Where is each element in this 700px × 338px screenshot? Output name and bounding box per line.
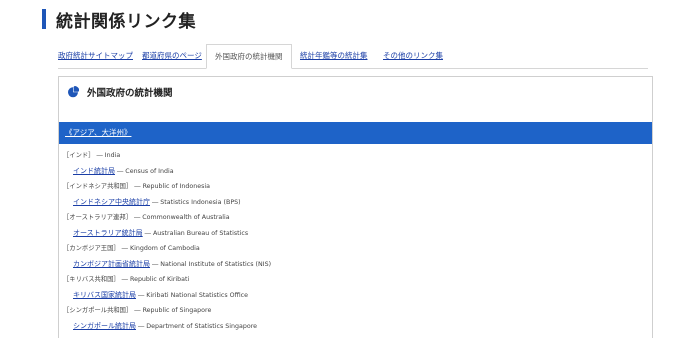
agency-row: カンボジア計画省統計局 ― National Institute of Stat…: [63, 257, 648, 273]
country-row-cambodia: ［カンボジア王国］ ― Kingdom of Cambodia: [63, 245, 200, 252]
pie-chart-icon: [68, 86, 79, 98]
content-panel: 外国政府の統計機関 《アジア、大洋州》 ［インド］ ― India インド統計局…: [58, 76, 653, 338]
agency-link-australia[interactable]: オーストラリア統計局: [73, 229, 143, 237]
agency-english-name: ― National Institute of Statistics (NIS): [150, 260, 272, 268]
country-row-india: ［インド］ ― India: [63, 152, 121, 159]
agency-english-name: ― Statistics Indonesia (BPS): [150, 198, 241, 206]
tab-prefectures[interactable]: 都道府県のページ: [142, 44, 202, 68]
agency-english-name: ― Census of India: [115, 167, 174, 175]
tab-foreign-statistics[interactable]: 外国政府の統計機関: [206, 44, 292, 69]
agency-link-indonesia[interactable]: インドネシア中央統計庁: [73, 198, 150, 206]
page-title: 統計関係リンク集: [56, 11, 196, 32]
panel-title: 外国政府の統計機関: [87, 88, 173, 99]
agency-row: インドネシア中央統計庁 ― Statistics Indonesia (BPS): [63, 195, 648, 211]
agency-link-india[interactable]: インド統計局: [73, 167, 115, 175]
agency-row: インド統計局 ― Census of India: [63, 164, 648, 180]
agency-row: オーストラリア統計局 ― Australian Bureau of Statis…: [63, 226, 648, 242]
country-row-kiribati: ［キリバス共和国］ ― Republic of Kiribati: [63, 276, 190, 283]
agency-row: キリバス国家統計局 ― Kiribati National Statistics…: [63, 288, 648, 304]
title-accent-bar: [42, 9, 46, 29]
tab-bar: 政府統計サイトマップ 都道府県のページ 外国政府の統計機関 統計年鑑等の統計集 …: [58, 44, 648, 69]
agency-english-name: ― Department of Statistics Singapore: [136, 322, 258, 330]
agency-link-kiribati[interactable]: キリバス国家統計局: [73, 291, 136, 299]
country-row-indonesia: ［インドネシア共和国］ ― Republic of Indonesia: [63, 183, 211, 190]
country-row-singapore: ［シンガポール共和国］ ― Republic of Singapore: [63, 307, 212, 314]
panel-header: 外国政府の統計機関: [67, 85, 173, 99]
region-link-asia-oceania[interactable]: 《アジア、大洋州》: [65, 122, 131, 144]
region-header: 《アジア、大洋州》: [59, 122, 652, 144]
agency-english-name: ― Kiribati National Statistics Office: [136, 291, 249, 299]
agency-link-cambodia[interactable]: カンボジア計画省統計局: [73, 260, 150, 268]
tab-other-links[interactable]: その他のリンク集: [383, 44, 443, 68]
agency-row: シンガポール統計局 ― Department of Statistics Sin…: [63, 319, 648, 335]
agency-link-singapore[interactable]: シンガポール統計局: [73, 322, 136, 330]
country-row-australia: ［オーストラリア連邦］ ― Commonwealth of Australia: [63, 214, 230, 221]
tab-yearbooks[interactable]: 統計年鑑等の統計集: [300, 44, 368, 68]
agency-english-name: ― Australian Bureau of Statistics: [142, 229, 249, 237]
agency-list: ［インド］ ― India インド統計局 ― Census of India ［…: [63, 148, 648, 334]
page-header: 統計関係リンク集: [42, 8, 196, 32]
tab-government-sitemap[interactable]: 政府統計サイトマップ: [58, 44, 133, 68]
